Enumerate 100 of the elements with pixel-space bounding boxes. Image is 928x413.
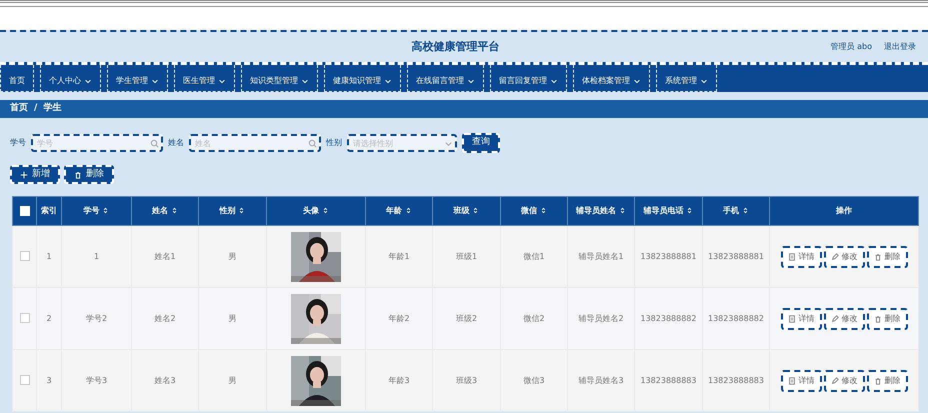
column-header[interactable]: 性别 — [220, 206, 236, 215]
search-field[interactable]: 学号 — [31, 134, 163, 152]
nav-tab[interactable]: 在线留言管理 — [407, 65, 484, 92]
field-label: 学号 — [10, 137, 26, 149]
nav-tab[interactable]: 医生管理 — [174, 65, 235, 92]
table-cell: 男 — [228, 376, 236, 384]
column-header[interactable]: 班级 — [454, 206, 470, 215]
trash-icon — [874, 314, 882, 322]
table-cell: 3 — [46, 376, 52, 384]
nav-tab[interactable]: 系统管理 — [656, 65, 717, 92]
delete-button[interactable]: 删除 — [866, 370, 908, 392]
table-cell: 年龄3 — [388, 376, 410, 384]
plus-icon — [20, 170, 28, 178]
table-cell: 1 — [94, 252, 100, 260]
delete-button[interactable]: 删除 — [866, 246, 908, 268]
table-cell: 年龄1 — [388, 252, 410, 260]
caret-icon — [384, 77, 392, 85]
sort-icon — [170, 207, 178, 214]
column-header[interactable]: 年龄 — [386, 206, 402, 215]
action-button[interactable]: 删除 — [64, 165, 114, 184]
pen-icon — [830, 252, 838, 260]
table-cell: 姓名3 — [154, 376, 176, 384]
nav-tab[interactable]: 个人中心 — [40, 65, 101, 92]
select-field[interactable]: 请选择性别 — [347, 134, 457, 152]
caret-icon — [700, 77, 708, 85]
table-cell: 姓名1 — [154, 252, 176, 260]
row-checkbox[interactable] — [20, 251, 30, 262]
nav-tab[interactable]: 留言回复管理 — [490, 65, 567, 92]
detail-button[interactable]: 详情 — [780, 246, 822, 268]
caret-icon — [218, 77, 226, 85]
edit-button[interactable]: 修改 — [824, 246, 864, 268]
column-header: 索引 — [41, 206, 57, 215]
nav-tab[interactable]: 首页 — [0, 65, 34, 92]
caret-icon — [467, 77, 475, 85]
column-header[interactable]: 头像 — [303, 206, 320, 215]
row-checkbox[interactable] — [20, 313, 30, 324]
site-title: 高校健康管理平台 — [410, 38, 500, 55]
trash-icon — [874, 376, 882, 384]
table-cell: 男 — [228, 314, 236, 322]
nav-tab[interactable]: 体检档案管理 — [573, 65, 650, 92]
sort-icon — [102, 207, 110, 214]
column-header[interactable]: 辅导员电话 — [644, 206, 684, 215]
search-field[interactable]: 姓名 — [189, 134, 321, 152]
table-cell: 微信1 — [523, 252, 545, 260]
table-cell: 微信2 — [523, 314, 545, 322]
table-cell: 班级1 — [456, 252, 478, 260]
column-header[interactable]: 微信 — [521, 206, 538, 215]
nav-tab[interactable]: 学生管理 — [107, 65, 168, 92]
table-cell: 13823888882 — [708, 314, 764, 322]
table-cell: 13823888883 — [708, 376, 764, 384]
search-button[interactable]: 查询 — [462, 133, 500, 153]
sort-icon — [322, 207, 329, 214]
sort-icon — [238, 207, 246, 214]
sort-icon — [618, 207, 626, 214]
sort-icon — [404, 207, 412, 214]
document-icon — [788, 252, 796, 260]
search-icon — [308, 139, 317, 148]
table-cell: 年龄2 — [388, 314, 410, 322]
field-label: 姓名 — [168, 137, 184, 149]
breadcrumb-current: 学生 — [43, 102, 62, 116]
logout-link[interactable]: 退出登录 — [884, 41, 916, 53]
table-cell: 辅导员姓名1 — [578, 252, 624, 260]
table-cell: 2 — [46, 314, 52, 322]
table-cell: 13823888882 — [640, 314, 696, 322]
table-cell: 辅导员姓名2 — [578, 314, 624, 322]
column-header[interactable]: 姓名 — [152, 206, 168, 215]
breadcrumb-separator: / — [34, 102, 38, 116]
table-cell: 13823888883 — [640, 376, 696, 384]
select-all-checkbox[interactable] — [20, 206, 30, 216]
table-cell: 13823888881 — [708, 252, 764, 260]
sort-icon — [742, 207, 749, 214]
sort-icon — [472, 207, 480, 214]
detail-button[interactable]: 详情 — [780, 370, 822, 392]
table-cell: 男 — [228, 252, 236, 260]
detail-button[interactable]: 详情 — [780, 308, 822, 330]
pen-icon — [830, 314, 838, 322]
trash-icon — [74, 170, 82, 178]
column-header[interactable]: 学号 — [84, 206, 100, 215]
row-checkbox[interactable] — [20, 375, 30, 386]
field-label: 性别 — [326, 137, 342, 149]
user-link[interactable]: 管理员 abo — [830, 41, 872, 53]
delete-button[interactable]: 删除 — [866, 308, 908, 330]
nav-tab[interactable]: 健康知识管理 — [324, 65, 401, 92]
caret-icon — [84, 77, 92, 85]
action-button[interactable]: 新增 — [10, 165, 60, 184]
nav-tab[interactable]: 知识类型管理 — [241, 65, 318, 92]
column-header[interactable]: 手机 — [723, 206, 740, 215]
column-header[interactable]: 辅导员姓名 — [576, 206, 616, 215]
table-cell: 13823888881 — [640, 252, 696, 260]
table-cell: 学号2 — [86, 314, 108, 322]
breadcrumb-link[interactable]: 首页 — [10, 102, 28, 116]
caret-icon — [633, 77, 641, 85]
caret-icon — [550, 77, 558, 85]
caret-icon — [151, 77, 159, 85]
trash-icon — [874, 252, 882, 260]
table-cell: 学号3 — [86, 376, 108, 384]
edit-button[interactable]: 修改 — [824, 308, 864, 330]
edit-button[interactable]: 修改 — [824, 370, 864, 392]
document-icon — [788, 376, 796, 384]
table-cell: 班级3 — [456, 376, 478, 384]
